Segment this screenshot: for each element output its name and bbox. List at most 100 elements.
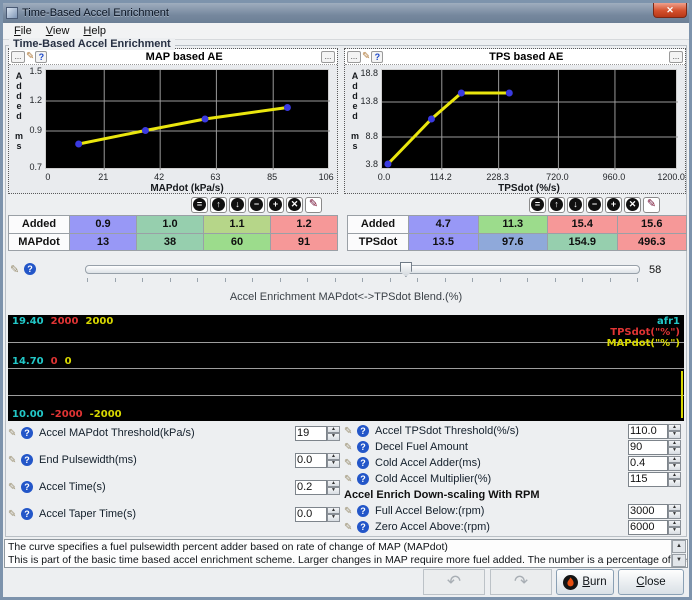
- scroll-up-button[interactable]: ▲: [672, 540, 686, 553]
- description-scrollbar[interactable]: ▲ ▼: [671, 540, 686, 567]
- undo-button[interactable]: ↶: [423, 569, 485, 595]
- field-input[interactable]: [628, 440, 668, 455]
- spinner-up-button[interactable]: ▲: [668, 472, 681, 480]
- help-icon[interactable]: ?: [21, 508, 33, 520]
- field-input[interactable]: [295, 480, 327, 495]
- edit-curve-icon[interactable]: ✎: [362, 51, 370, 62]
- spinner-up-button[interactable]: ▲: [668, 520, 681, 528]
- value-cell[interactable]: 91: [271, 233, 338, 251]
- spinner-up-button[interactable]: ▲: [668, 456, 681, 464]
- curve-point[interactable]: [202, 116, 209, 123]
- close-window-button[interactable]: ✕: [653, 3, 687, 18]
- pencil-icon[interactable]: ✎: [344, 506, 357, 517]
- spinner-down-button[interactable]: ▼: [327, 460, 340, 468]
- clear-button[interactable]: ✕: [624, 197, 641, 213]
- spinner-up-button[interactable]: ▲: [327, 453, 340, 461]
- spinner-down-button[interactable]: ▼: [327, 514, 340, 522]
- edit-values-button[interactable]: ✎: [643, 197, 660, 213]
- help-icon[interactable]: ?: [357, 425, 369, 437]
- field-input[interactable]: [628, 456, 668, 471]
- menu-help[interactable]: Help: [76, 24, 113, 38]
- value-cell[interactable]: 13.5: [409, 233, 479, 251]
- chart-options-button[interactable]: ...: [321, 51, 335, 63]
- menu-view[interactable]: View: [39, 24, 77, 38]
- edit-values-button[interactable]: ✎: [305, 197, 322, 213]
- curve-point[interactable]: [458, 90, 465, 97]
- spinner-up-button[interactable]: ▲: [668, 424, 681, 432]
- pencil-icon[interactable]: ✎: [8, 455, 21, 466]
- spinner-down-button[interactable]: ▼: [668, 511, 681, 519]
- value-cell[interactable]: 60: [204, 233, 271, 251]
- value-cell[interactable]: 15.4: [548, 215, 618, 233]
- decrease-all-button[interactable]: −: [586, 197, 603, 213]
- close-button[interactable]: Close: [618, 569, 684, 595]
- help-icon[interactable]: ?: [21, 427, 33, 439]
- spinner-up-button[interactable]: ▲: [668, 504, 681, 512]
- chart-help-button[interactable]: ?: [371, 51, 383, 63]
- value-cell[interactable]: 13: [70, 233, 137, 251]
- field-input[interactable]: [628, 424, 668, 439]
- blend-slider-track[interactable]: [85, 265, 640, 274]
- spinner-down-button[interactable]: ▼: [327, 433, 340, 441]
- chart-options-button[interactable]: ...: [669, 51, 683, 63]
- help-icon[interactable]: ?: [21, 481, 33, 493]
- burn-button[interactable]: Burn: [556, 569, 614, 595]
- field-input[interactable]: [628, 472, 668, 487]
- increment-button[interactable]: ↑: [548, 197, 565, 213]
- help-icon[interactable]: ?: [357, 505, 369, 517]
- help-icon[interactable]: ?: [357, 521, 369, 533]
- spinner-down-button[interactable]: ▼: [327, 487, 340, 495]
- spinner-up-button[interactable]: ▲: [668, 440, 681, 448]
- chart-detach-button[interactable]: ...: [347, 51, 361, 63]
- value-cell[interactable]: 4.7: [409, 215, 479, 233]
- value-cell[interactable]: 1.1: [204, 215, 271, 233]
- field-input[interactable]: [295, 426, 327, 441]
- curve-point[interactable]: [284, 104, 291, 111]
- pencil-icon[interactable]: ✎: [10, 263, 19, 276]
- scroll-down-button[interactable]: ▼: [672, 554, 686, 567]
- spinner-down-button[interactable]: ▼: [668, 527, 681, 535]
- menu-file[interactable]: File: [7, 24, 39, 38]
- value-cell[interactable]: 1.0: [137, 215, 204, 233]
- edit-curve-icon[interactable]: ✎: [26, 51, 34, 62]
- field-input[interactable]: [295, 453, 327, 468]
- help-icon[interactable]: ?: [357, 473, 369, 485]
- pencil-icon[interactable]: ✎: [344, 442, 357, 453]
- help-icon[interactable]: ?: [21, 454, 33, 466]
- spinner-down-button[interactable]: ▼: [668, 447, 681, 455]
- value-cell[interactable]: 154.9: [548, 233, 618, 251]
- pencil-icon[interactable]: ✎: [344, 474, 357, 485]
- spinner-down-button[interactable]: ▼: [668, 463, 681, 471]
- value-cell[interactable]: 38: [137, 233, 204, 251]
- chart-help-button[interactable]: ?: [35, 51, 47, 63]
- pencil-icon[interactable]: ✎: [344, 458, 357, 469]
- help-icon[interactable]: ?: [357, 441, 369, 453]
- help-icon[interactable]: ?: [357, 457, 369, 469]
- redo-button[interactable]: ↷: [490, 569, 552, 595]
- increase-all-button[interactable]: +: [605, 197, 622, 213]
- curve-point[interactable]: [142, 127, 149, 134]
- clear-button[interactable]: ✕: [286, 197, 303, 213]
- value-cell[interactable]: 0.9: [70, 215, 137, 233]
- spinner-down-button[interactable]: ▼: [668, 479, 681, 487]
- pencil-icon[interactable]: ✎: [8, 509, 21, 520]
- equalize-button[interactable]: =: [191, 197, 208, 213]
- pencil-icon[interactable]: ✎: [8, 428, 21, 439]
- increment-button[interactable]: ↑: [210, 197, 227, 213]
- equalize-button[interactable]: =: [529, 197, 546, 213]
- help-icon[interactable]: ?: [24, 263, 36, 275]
- increase-all-button[interactable]: +: [267, 197, 284, 213]
- curve-point[interactable]: [506, 90, 513, 97]
- spinner-up-button[interactable]: ▲: [327, 426, 340, 434]
- value-cell[interactable]: 496.3: [618, 233, 688, 251]
- value-cell[interactable]: 1.2: [271, 215, 338, 233]
- chart-detach-button[interactable]: ...: [11, 51, 25, 63]
- value-cell[interactable]: 15.6: [618, 215, 688, 233]
- titlebar[interactable]: Time-Based Accel Enrichment ✕: [3, 3, 689, 23]
- spinner-down-button[interactable]: ▼: [668, 431, 681, 439]
- spinner-up-button[interactable]: ▲: [327, 507, 340, 515]
- curve-point[interactable]: [75, 141, 82, 148]
- field-input[interactable]: [295, 507, 327, 522]
- pencil-icon[interactable]: ✎: [8, 482, 21, 493]
- field-input[interactable]: [628, 504, 668, 519]
